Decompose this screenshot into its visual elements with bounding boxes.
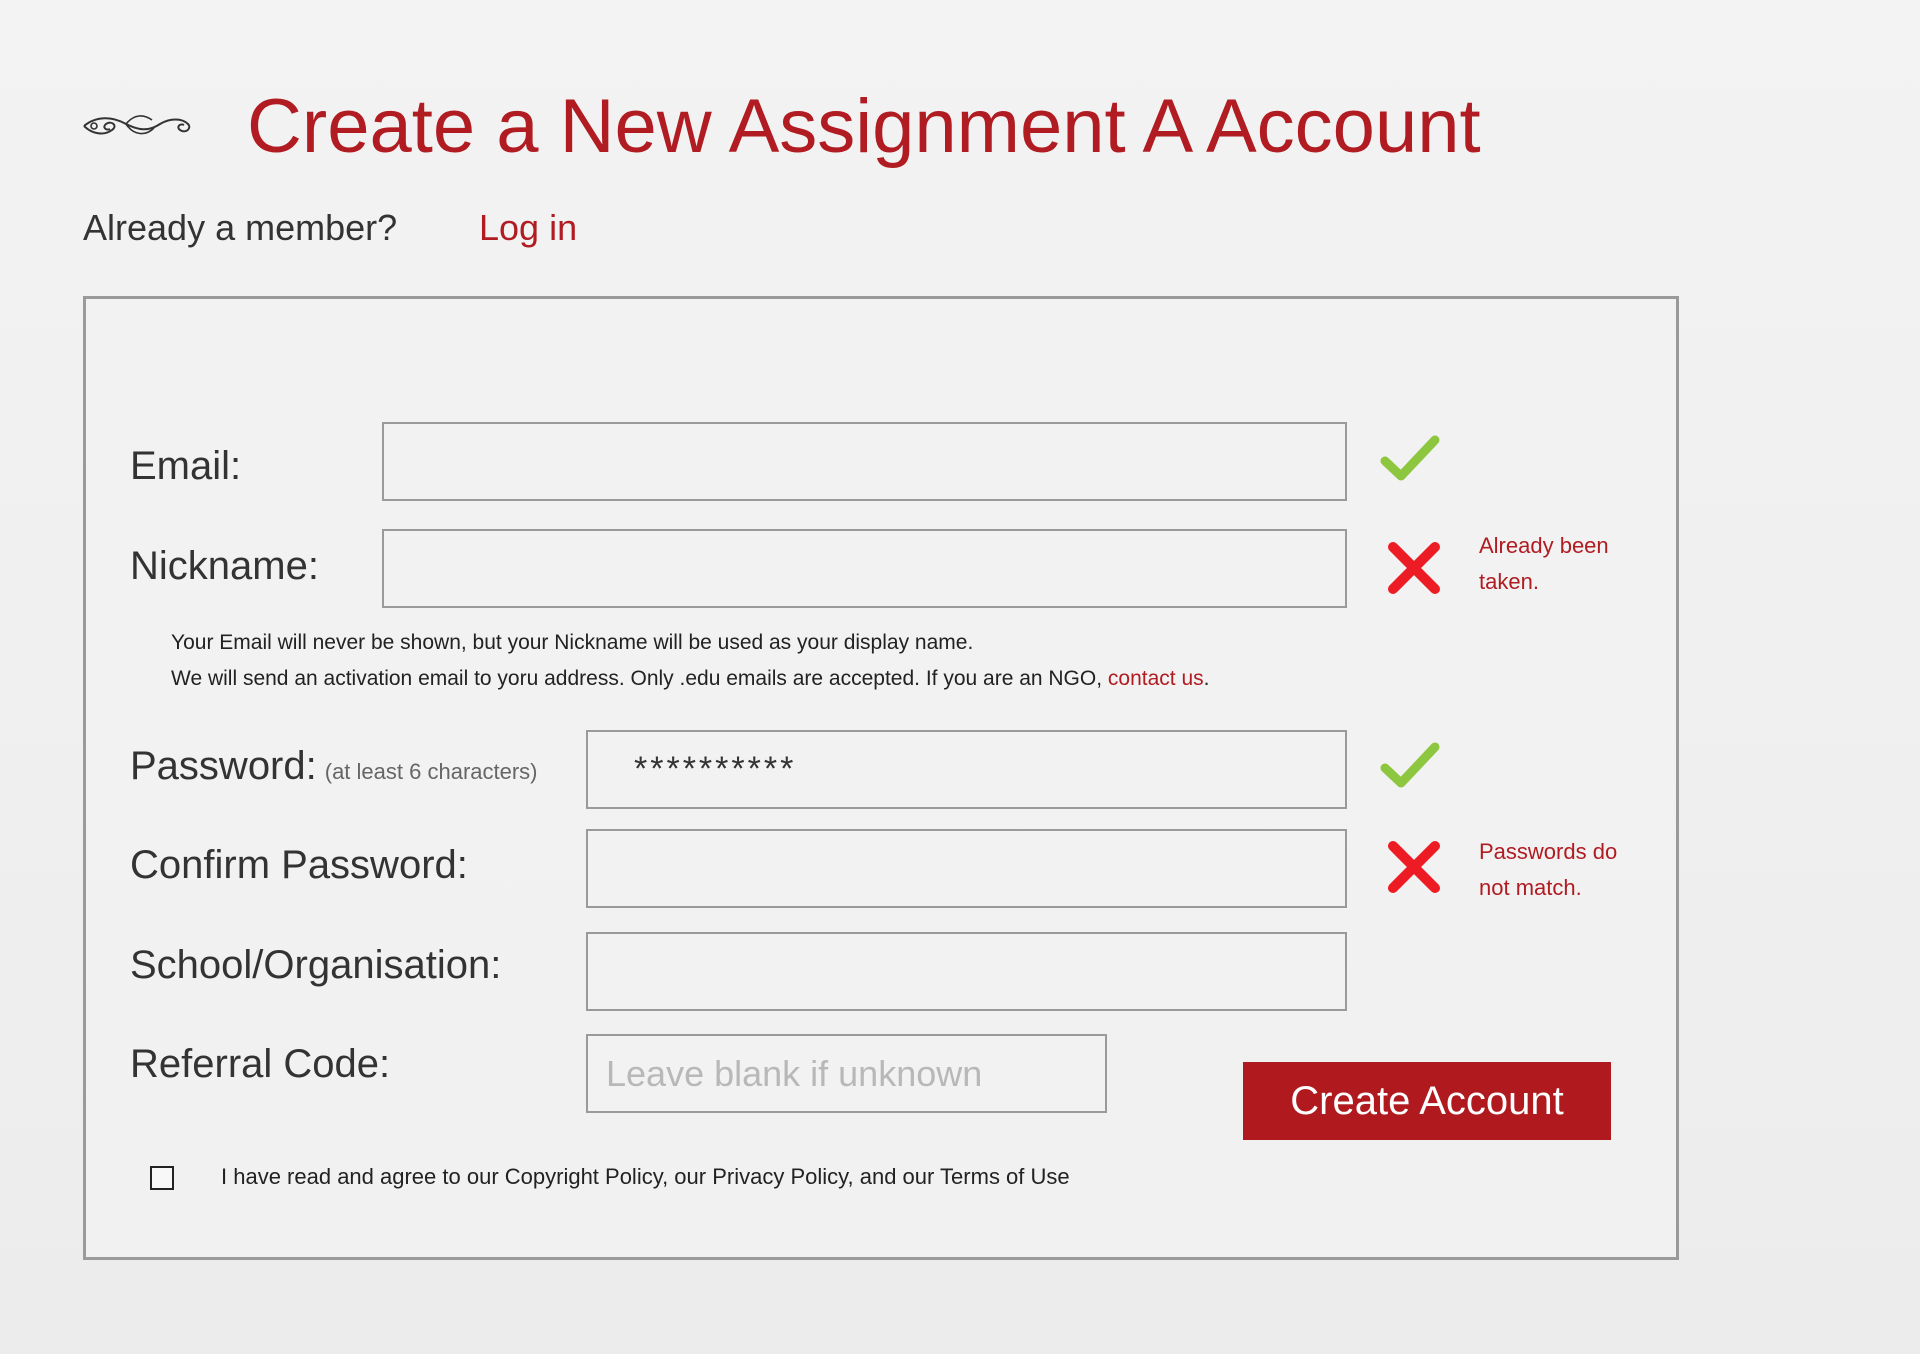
nickname-label: Nickname:: [130, 544, 319, 588]
cross-icon: [1388, 841, 1440, 893]
agree-text: I have read and agree to our Copyright P…: [221, 1164, 1070, 1189]
referral-code-field[interactable]: [586, 1034, 1107, 1113]
signup-form: Email: Nickname: Already been taken. You…: [83, 296, 1679, 1260]
contact-us-link[interactable]: contact us: [1108, 667, 1204, 690]
agree-checkbox[interactable]: [150, 1166, 174, 1190]
cross-icon: [1388, 542, 1440, 594]
info-note-line2: We will send an activation email to yoru…: [171, 661, 1209, 697]
confirm-password-error: Passwords do not match.: [1479, 839, 1618, 900]
password-field[interactable]: [586, 730, 1347, 809]
email-field[interactable]: [382, 422, 1347, 501]
info-note-period: .: [1203, 667, 1210, 690]
school-field[interactable]: [586, 932, 1347, 1011]
page-title: Create a New Assignment A Account: [247, 84, 1481, 169]
flourish-icon: [83, 115, 191, 135]
referral-code-label: Referral Code:: [130, 1042, 391, 1086]
checkmark-icon: [1380, 742, 1440, 788]
password-hint: (at least 6 characters): [324, 759, 538, 784]
password-label-text: Password:: [130, 744, 317, 788]
member-prompt-row: Already a member? Log in: [83, 206, 577, 250]
info-note-line1: Your Email will never be shown, but your…: [171, 631, 974, 654]
checkmark-icon: [1380, 435, 1440, 481]
nickname-field[interactable]: [382, 529, 1347, 608]
login-link[interactable]: Log in: [479, 206, 577, 250]
school-label: School/Organisation:: [130, 943, 502, 987]
confirm-password-field[interactable]: [586, 829, 1347, 908]
confirm-password-label: Confirm Password:: [130, 843, 468, 887]
nickname-error: Already been taken.: [1479, 533, 1609, 594]
info-note-text: We will send an activation email to yoru…: [171, 667, 1108, 690]
email-label: Email:: [130, 444, 242, 488]
create-account-button[interactable]: Create Account: [1243, 1062, 1611, 1140]
password-label: Password: (at least 6 characters): [130, 741, 538, 797]
member-prompt: Already a member?: [83, 207, 398, 248]
